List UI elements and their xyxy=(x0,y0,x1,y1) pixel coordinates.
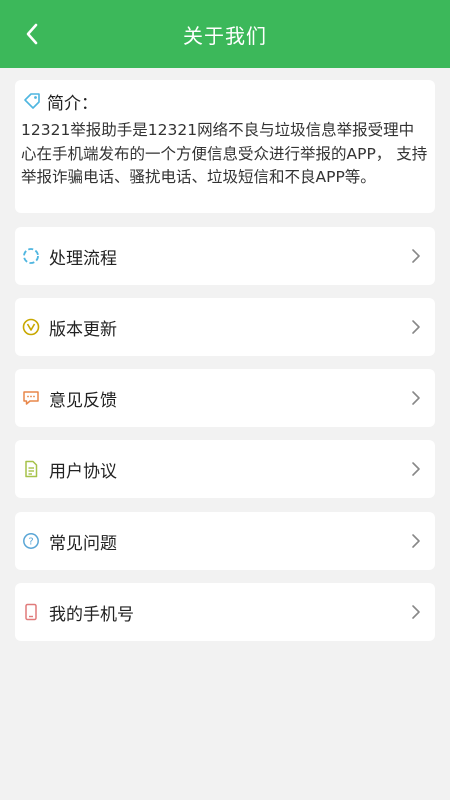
menu-item-user-agreement[interactable]: 用户协议 xyxy=(15,440,435,498)
feedback-bubble-icon xyxy=(21,388,41,408)
menu-label-feedback: 意见反馈 xyxy=(49,390,117,411)
intro-card: 简介： 12321举报助手是12321网络不良与垃圾信息举报受理中心在手机端发布… xyxy=(15,80,435,213)
menu-item-my-phone[interactable]: 我的手机号 xyxy=(15,583,435,641)
page-title: 关于我们 xyxy=(183,23,267,48)
chevron-right-icon xyxy=(409,531,423,551)
header-bar: 关于我们 xyxy=(0,0,450,68)
back-button[interactable] xyxy=(16,18,48,50)
process-circle-icon xyxy=(21,246,41,266)
document-icon xyxy=(21,459,41,479)
menu-label-version: 版本更新 xyxy=(49,319,117,340)
back-arrow-icon xyxy=(26,23,38,45)
intro-label: 简介： xyxy=(47,93,98,114)
menu-item-version[interactable]: 版本更新 xyxy=(15,298,435,356)
menu-item-feedback[interactable]: 意见反馈 xyxy=(15,369,435,427)
chevron-right-icon xyxy=(409,602,423,622)
chevron-right-icon xyxy=(409,246,423,266)
phone-icon xyxy=(21,602,41,622)
menu-label-user-agreement: 用户协议 xyxy=(49,461,117,482)
menu-label-process: 处理流程 xyxy=(49,248,117,269)
chevron-right-icon xyxy=(409,459,423,479)
version-v-icon xyxy=(21,317,41,337)
question-circle-icon: ? xyxy=(21,531,41,551)
menu-label-my-phone: 我的手机号 xyxy=(49,604,134,625)
tag-icon xyxy=(21,90,43,112)
svg-text:?: ? xyxy=(28,537,33,548)
menu-item-faq[interactable]: ? 常见问题 xyxy=(15,512,435,570)
menu-label-faq: 常见问题 xyxy=(49,533,117,554)
intro-text: 12321举报助手是12321网络不良与垃圾信息举报受理中心在手机端发布的一个方… xyxy=(21,121,428,186)
chevron-right-icon xyxy=(409,388,423,408)
menu-item-process[interactable]: 处理流程 xyxy=(15,227,435,285)
chevron-right-icon xyxy=(409,317,423,337)
